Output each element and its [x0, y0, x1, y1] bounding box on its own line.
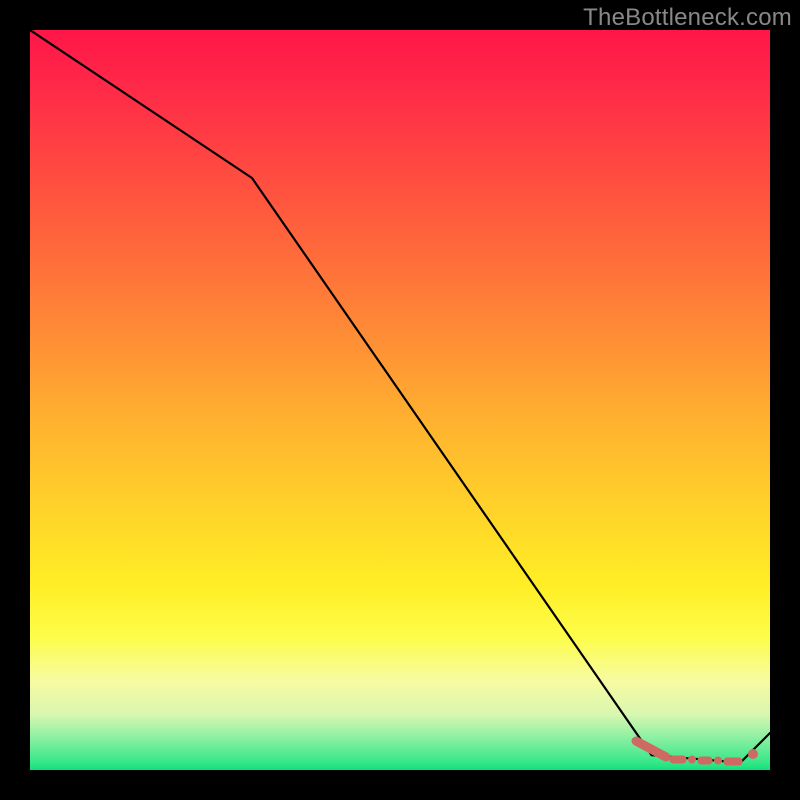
highlighted-range-markers: [636, 741, 758, 765]
chart-svg: [30, 30, 770, 770]
bottleneck-curve: [30, 30, 770, 763]
watermark-text: TheBottleneck.com: [583, 4, 792, 32]
chart-stage: TheBottleneck.com: [0, 0, 800, 800]
plot-area: [30, 30, 770, 770]
